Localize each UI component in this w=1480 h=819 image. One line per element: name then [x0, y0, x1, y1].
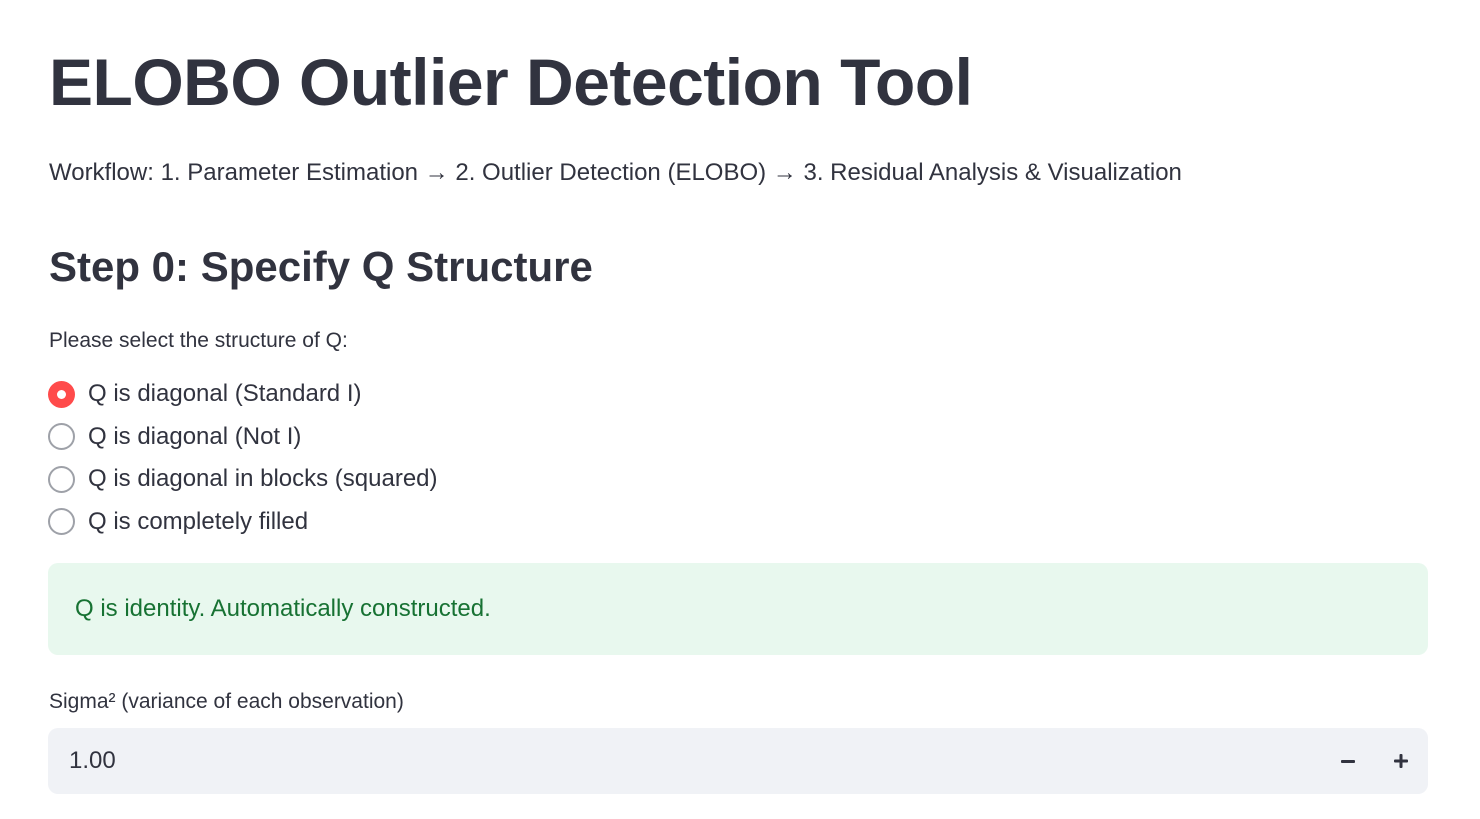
success-alert-text: Q is identity. Automatically constructed… — [75, 595, 491, 622]
radio-option-not-i[interactable]: Q is diagonal (Not I) — [48, 416, 438, 459]
radio-unselected-icon[interactable] — [48, 423, 75, 451]
radio-selected-icon[interactable] — [48, 380, 75, 408]
plus-icon — [1393, 754, 1408, 768]
success-alert: Q is identity. Automatically constructed… — [48, 563, 1428, 655]
decrement-button[interactable] — [1321, 728, 1374, 794]
radio-unselected-icon[interactable] — [48, 508, 75, 536]
app-main: ELOBO Outlier Detection Tool Workflow: 1… — [0, 0, 1480, 819]
radio-option-label: Q is completely filled — [88, 507, 309, 535]
sigma-input[interactable] — [48, 728, 1321, 794]
minus-icon — [1340, 760, 1355, 763]
workflow-description: Workflow: 1. Parameter Estimation → 2. O… — [49, 159, 1182, 186]
radio-unselected-icon[interactable] — [48, 465, 75, 493]
radio-option-label: Q is diagonal in blocks (squared) — [88, 465, 438, 493]
radio-option-label: Q is diagonal (Standard I) — [88, 380, 362, 408]
increment-button[interactable] — [1374, 728, 1427, 794]
step-0-heading: Step 0: Specify Q Structure — [49, 243, 593, 290]
radio-option-label: Q is diagonal (Not I) — [88, 422, 302, 450]
radio-option-standard-i[interactable]: Q is diagonal (Standard I) — [48, 373, 438, 416]
radio-option-filled[interactable]: Q is completely filled — [48, 501, 438, 544]
page-title: ELOBO Outlier Detection Tool — [49, 45, 973, 119]
radio-option-blocks[interactable]: Q is diagonal in blocks (squared) — [48, 458, 438, 501]
q-structure-radio-group: Q is diagonal (Standard I) Q is diagonal… — [48, 373, 438, 543]
sigma-number-input — [48, 728, 1428, 794]
sigma-label: Sigma² (variance of each observation) — [49, 690, 404, 713]
q-structure-label: Please select the structure of Q: — [49, 329, 348, 352]
